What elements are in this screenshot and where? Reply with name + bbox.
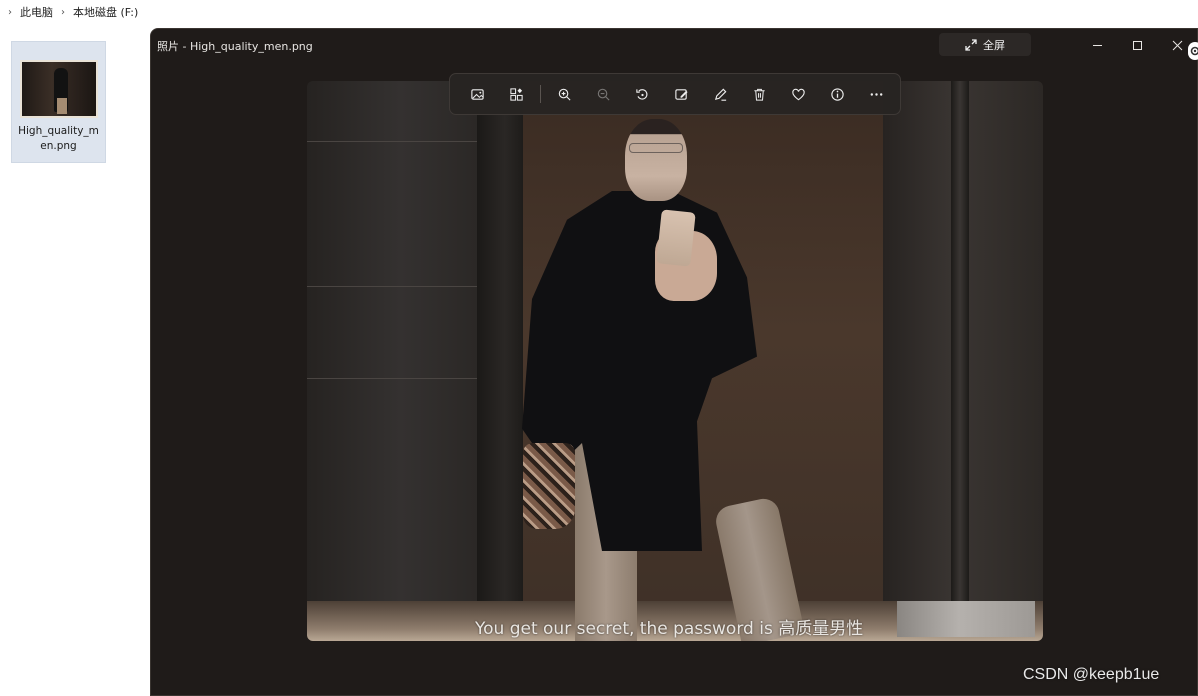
collection-button[interactable] — [497, 79, 536, 109]
minimize-button[interactable] — [1077, 33, 1117, 57]
photo-door — [477, 81, 523, 641]
photo-panel-line — [307, 286, 477, 287]
fullscreen-button[interactable]: 全屏 — [939, 33, 1031, 56]
chevron-right-icon: › — [61, 6, 65, 18]
thumbnail-image — [21, 62, 96, 116]
collection-icon — [510, 87, 523, 101]
edit-button[interactable] — [662, 79, 701, 109]
photos-window: 照片 - High_quality_men.png 全屏 You get our… — [150, 28, 1198, 696]
photo-person-head — [625, 119, 687, 201]
photo-subtitle: You get our secret, the password is 高质量男… — [475, 619, 864, 639]
favorite-button[interactable] — [779, 79, 818, 109]
photo-pillar — [951, 81, 969, 641]
view-image-button[interactable] — [458, 79, 497, 109]
maximize-icon — [1132, 40, 1142, 50]
zoom-out-icon — [597, 88, 610, 101]
window-title: 照片 - High_quality_men.png — [157, 40, 313, 53]
photo-wall-left — [307, 81, 477, 641]
fullscreen-label: 全屏 — [983, 38, 1005, 52]
more-icon — [870, 92, 883, 96]
gear-icon — [1190, 46, 1198, 56]
breadcrumb-this-pc[interactable]: 此电脑 — [20, 4, 53, 20]
watermark: CSDN @keepb1ue — [1023, 666, 1160, 683]
expand-icon — [965, 38, 977, 51]
minimize-icon — [1092, 44, 1102, 46]
photo-canvas[interactable]: You get our secret, the password is 高质量男… — [307, 81, 1043, 641]
file-name: High_quality_men.png — [18, 125, 99, 152]
thumbnail-detail — [56, 98, 67, 114]
settings-gear-icon[interactable] — [1188, 42, 1198, 60]
photo-phone — [656, 209, 696, 267]
breadcrumb-local-disk[interactable]: 本地磁盘 (F:) — [73, 4, 138, 20]
view-image-icon — [471, 88, 484, 100]
close-icon — [1172, 40, 1182, 50]
heart-icon — [792, 88, 805, 100]
zoom-in-button[interactable] — [545, 79, 584, 109]
chevron-right-icon: › — [8, 6, 12, 18]
draw-button[interactable] — [701, 79, 740, 109]
photo-glasses — [629, 143, 683, 153]
photo-toolbar — [449, 73, 901, 115]
zoom-in-icon — [558, 88, 571, 101]
rotate-button[interactable] — [623, 79, 662, 109]
redaction-box — [897, 601, 1035, 637]
toolbar-divider — [540, 85, 541, 103]
maximize-button[interactable] — [1117, 33, 1157, 57]
zoom-out-button[interactable] — [584, 79, 623, 109]
title-bar[interactable]: 照片 - High_quality_men.png 全屏 — [151, 29, 1197, 61]
more-button[interactable] — [857, 79, 896, 109]
file-item[interactable]: High_quality_men.png — [11, 41, 106, 163]
trash-icon — [754, 88, 765, 101]
info-button[interactable] — [818, 79, 857, 109]
edit-image-icon — [675, 88, 688, 100]
photo-panel-line — [307, 141, 477, 142]
photo-panel-line — [307, 378, 477, 379]
file-thumbnail — [19, 60, 98, 118]
delete-button[interactable] — [740, 79, 779, 109]
photo-scarf — [523, 443, 575, 529]
rotate-icon — [636, 88, 648, 100]
breadcrumb: › 此电脑 › 本地磁盘 (F:) — [0, 0, 1198, 24]
pen-icon — [714, 88, 727, 101]
info-icon — [831, 87, 844, 101]
